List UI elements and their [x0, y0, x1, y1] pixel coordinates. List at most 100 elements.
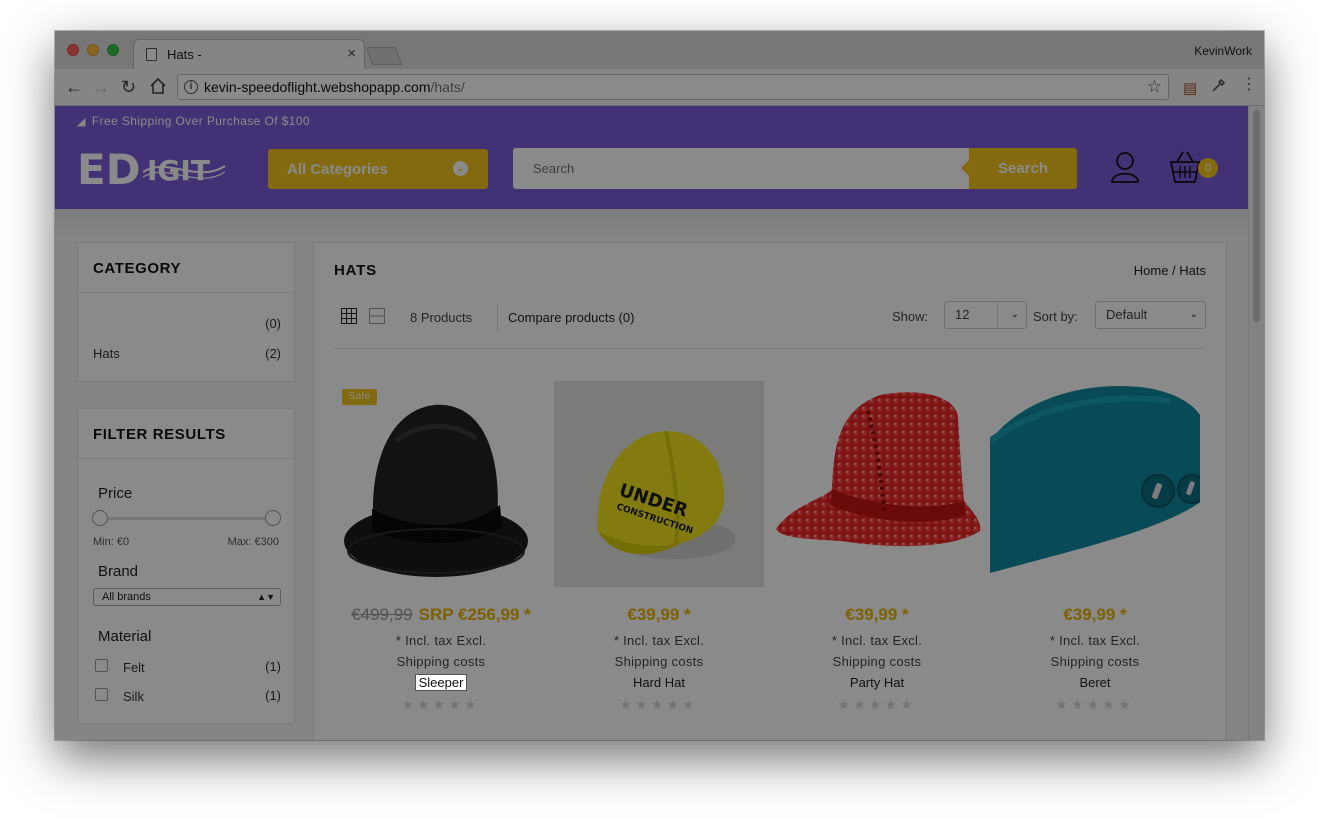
brand-label: Brand: [98, 563, 139, 580]
scrollbar-thumb[interactable]: [1253, 110, 1260, 322]
felt-checkbox[interactable]: [95, 659, 108, 672]
sale-badge: Sale: [342, 389, 377, 405]
material-option-label: Silk: [123, 689, 144, 704]
web-page: ◢ Free Shipping Over Purchase Of $100 ED …: [55, 106, 1248, 740]
sort-select[interactable]: Default ⌄: [1095, 301, 1206, 329]
tag-icon: ◢: [77, 116, 86, 128]
material-option-count: (1): [265, 659, 281, 674]
search-input[interactable]: [513, 148, 969, 189]
category-item-count: (0): [265, 316, 281, 331]
material-label: Material: [98, 628, 152, 645]
forward-arrow-icon[interactable]: →: [92, 77, 110, 97]
shipping-link[interactable]: Shipping costs: [990, 654, 1200, 669]
close-window-button[interactable]: [67, 44, 79, 56]
shipping-link[interactable]: Shipping costs: [336, 654, 546, 669]
rating-stars: ★★★★★: [837, 697, 917, 712]
tax-note: * Incl. tax Excl.: [831, 633, 923, 648]
divider: [78, 292, 294, 293]
chevron-down-icon: ⌄: [1189, 309, 1198, 320]
product-price: €39,99 *: [990, 605, 1200, 625]
material-option-label: Felt: [123, 660, 145, 675]
divider: [497, 302, 498, 332]
back-arrow-icon[interactable]: ←: [65, 77, 83, 97]
brand-select-value: All brands: [102, 591, 151, 603]
shipping-link[interactable]: Shipping costs: [554, 654, 764, 669]
address-bar[interactable]: i kevin-speedoflight.webshopapp.com/hats…: [177, 74, 1169, 100]
tab-close-icon[interactable]: ×: [347, 45, 356, 62]
product-name[interactable]: Beret: [990, 675, 1200, 690]
promo-banner: ◢ Free Shipping Over Purchase Of $100: [77, 114, 310, 128]
product-image[interactable]: UNDER CONSTRUCTION: [554, 381, 764, 587]
grid-view-icon[interactable]: [341, 308, 357, 329]
browser-tab[interactable]: Hats - ×: [133, 39, 365, 69]
chevron-down-icon: ⌄: [453, 161, 468, 176]
document-icon: [146, 48, 157, 61]
category-item-hats[interactable]: Hats (2): [93, 346, 281, 361]
tab-strip: Hats - × KevinWork: [55, 31, 1264, 69]
category-title: CATEGORY: [93, 260, 182, 277]
all-categories-label: All Categories: [287, 161, 388, 178]
eyedropper-icon[interactable]: [1210, 78, 1226, 98]
price-slider-min-handle[interactable]: [92, 510, 108, 526]
extension-icon[interactable]: ▤: [1183, 79, 1197, 97]
shipping-link[interactable]: Shipping costs: [772, 654, 982, 669]
price-label: Price: [98, 485, 133, 502]
filter-title: FILTER RESULTS: [93, 426, 226, 443]
cart-icon[interactable]: [1169, 150, 1201, 189]
material-option-count: (1): [265, 688, 281, 703]
rating-stars: ★★★★★: [619, 697, 699, 712]
product-price: €499,99 SRP €256,99 *: [336, 605, 546, 625]
show-count-value: 12: [955, 307, 970, 322]
product-image[interactable]: [336, 381, 546, 587]
category-panel: CATEGORY (0) Hats (2): [77, 242, 295, 382]
user-icon[interactable]: [1110, 151, 1140, 188]
maximize-window-button[interactable]: [107, 44, 119, 56]
show-label: Show:: [892, 309, 929, 324]
rating-stars: ★★★★★: [401, 697, 481, 712]
all-categories-dropdown[interactable]: All Categories ⌄: [268, 149, 488, 189]
sort-label: Sort by:: [1033, 309, 1078, 324]
breadcrumb[interactable]: Home / Hats: [1134, 263, 1206, 278]
divider: [333, 348, 1205, 349]
compare-products-link[interactable]: Compare products (0): [508, 310, 634, 325]
search-button[interactable]: Search: [961, 148, 1077, 189]
site-logo[interactable]: ED IGIT: [77, 144, 227, 195]
svg-text:IGIT: IGIT: [147, 154, 210, 187]
info-icon[interactable]: i: [184, 80, 198, 94]
list-view-icon[interactable]: [369, 308, 385, 329]
page-title: HATS: [334, 262, 377, 279]
select-arrows-icon: ▲▼: [257, 592, 275, 602]
silk-checkbox[interactable]: [95, 688, 108, 701]
new-tab-button[interactable]: [365, 47, 403, 65]
browser-window: Hats - × KevinWork ← → ↻ i kevin-speedof…: [55, 31, 1264, 740]
profile-name[interactable]: KevinWork: [1194, 44, 1252, 58]
tax-note: * Incl. tax Excl.: [395, 633, 487, 648]
price-slider-max-handle[interactable]: [265, 510, 281, 526]
decorative-band: [55, 209, 1248, 239]
show-count-select[interactable]: 12 ⌄: [944, 301, 1027, 329]
brand-select[interactable]: All brands ▲▼: [93, 588, 281, 606]
star-icon[interactable]: ☆: [1147, 77, 1162, 97]
old-price: €499,99: [351, 605, 413, 624]
current-price: €39,99 *: [627, 605, 691, 624]
minimize-window-button[interactable]: [87, 44, 99, 56]
home-icon[interactable]: [149, 77, 167, 99]
product-name[interactable]: Hard Hat: [554, 675, 764, 690]
category-item-count: (2): [265, 346, 281, 361]
divider: [78, 458, 294, 459]
highlighted-product-name[interactable]: Sleeper: [415, 675, 467, 690]
reload-icon[interactable]: ↻: [121, 77, 136, 97]
rating-stars: ★★★★★: [1055, 697, 1135, 712]
product-listing: HATS Home / Hats 8 Products Compare prod…: [313, 242, 1227, 740]
product-image[interactable]: [772, 381, 982, 587]
vertical-scrollbar[interactable]: [1248, 106, 1264, 740]
url-text: kevin-speedoflight.webshopapp.com/hats/: [204, 79, 465, 95]
current-price: €39,99 *: [845, 605, 909, 624]
price-slider-track[interactable]: [100, 517, 272, 520]
browser-toolbar: ← → ↻ i kevin-speedoflight.webshopapp.co…: [55, 69, 1264, 106]
product-name[interactable]: Party Hat: [772, 675, 982, 690]
menu-icon[interactable]: ⋮: [1241, 76, 1257, 94]
product-image[interactable]: [990, 381, 1200, 587]
tab-title: Hats -: [167, 47, 202, 62]
product-price: €39,99 *: [772, 605, 982, 625]
